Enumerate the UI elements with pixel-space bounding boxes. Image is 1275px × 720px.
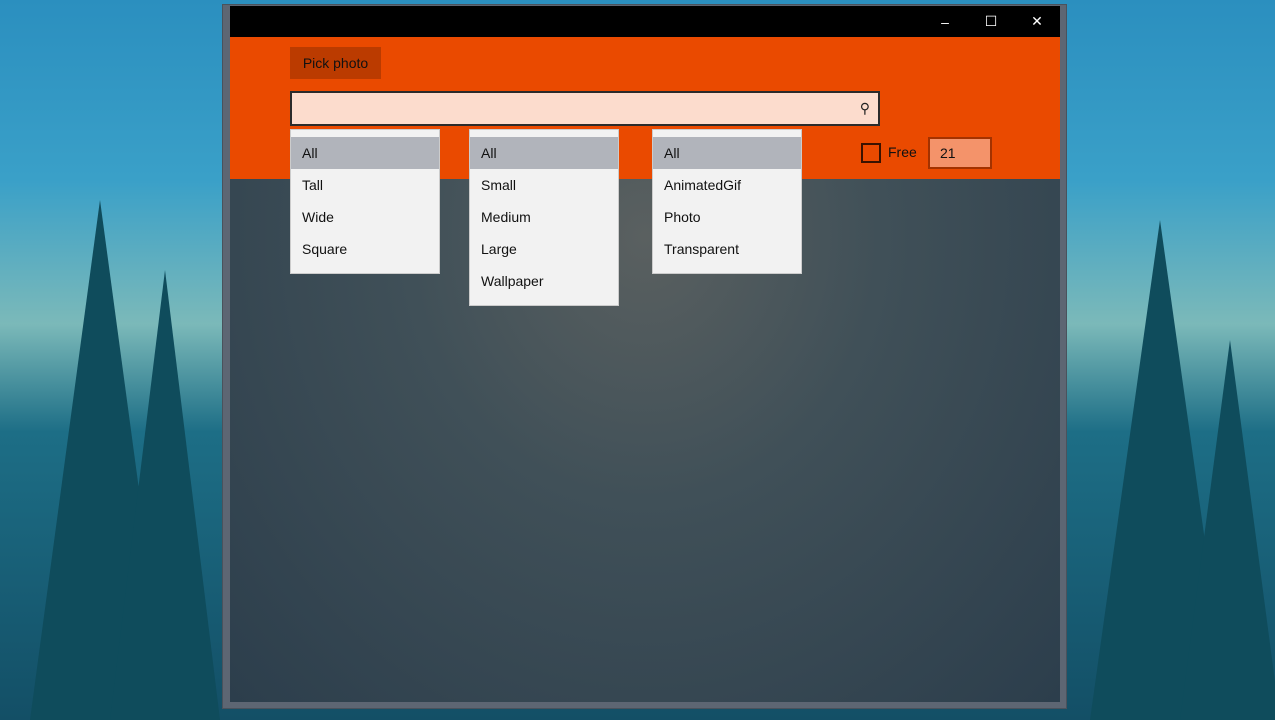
aspect-dropdown: All Tall Wide Square [290,129,440,274]
list-item[interactable]: AnimatedGif [653,169,801,201]
list-item[interactable]: Wallpaper [470,265,618,297]
close-icon[interactable]: ✕ [1014,6,1060,37]
list-item[interactable]: Large [470,233,618,265]
search-icon[interactable]: ⚲ [860,100,870,117]
content-area: Pick photo ⚲ Free 21 All Tall Wide Squar… [230,37,1060,702]
list-item[interactable]: Small [470,169,618,201]
list-item[interactable]: Medium [470,201,618,233]
list-item[interactable]: Tall [291,169,439,201]
count-input[interactable]: 21 [928,137,992,169]
free-label: Free [888,144,917,160]
list-item[interactable]: Wide [291,201,439,233]
desktop-tree [1180,340,1275,720]
type-dropdown: All AnimatedGif Photo Transparent [652,129,802,274]
size-dropdown: All Small Medium Large Wallpaper [469,129,619,306]
pick-photo-button[interactable]: Pick photo [290,47,381,79]
maximize-icon[interactable]: ☐ [968,6,1014,37]
list-item[interactable]: All [653,137,801,169]
list-item[interactable]: Transparent [653,233,801,265]
title-bar: – ☐ ✕ [230,6,1060,37]
list-item[interactable]: All [291,137,439,169]
list-item[interactable]: Photo [653,201,801,233]
app-window: – ☐ ✕ Pick photo ⚲ Free 21 All Tall Wide… [222,4,1067,709]
free-checkbox[interactable] [861,143,881,163]
list-item[interactable]: All [470,137,618,169]
search-input[interactable]: ⚲ [290,91,880,126]
list-item[interactable]: Square [291,233,439,265]
desktop-tree [110,270,220,720]
minimize-icon[interactable]: – [922,6,968,37]
